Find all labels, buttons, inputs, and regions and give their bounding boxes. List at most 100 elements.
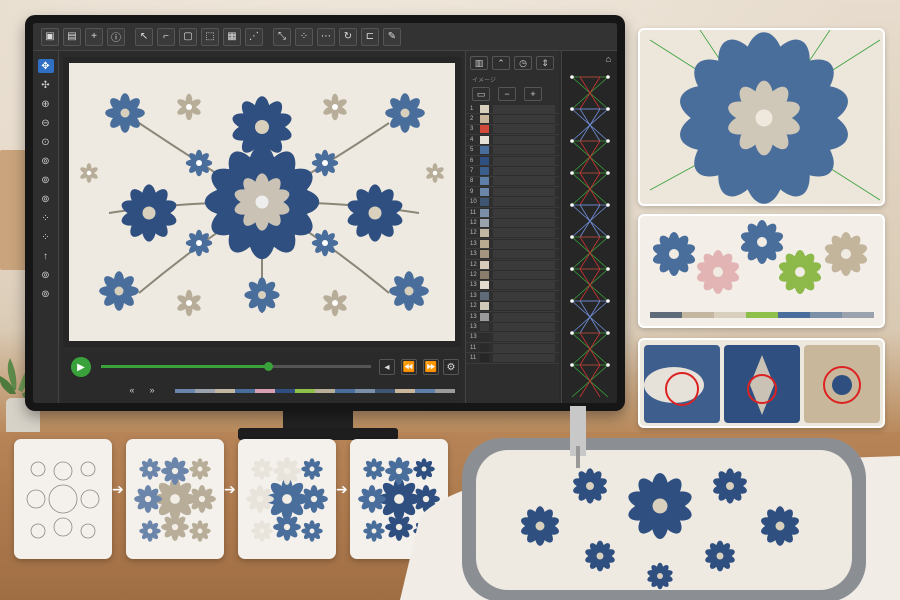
step-back-icon[interactable]: « (125, 383, 139, 397)
thread-color-row[interactable]: 4 (466, 135, 559, 146)
thread-color-row[interactable]: 13 (466, 333, 559, 343)
stitch-path-diagram (570, 75, 610, 398)
thread-color-row[interactable]: 13 (466, 281, 559, 292)
settings-icon[interactable]: ⚙ (443, 359, 459, 375)
needle-icon[interactable]: ✎ (383, 27, 401, 46)
thread-color-row[interactable]: 5 (466, 146, 559, 156)
strip-color-segment (215, 389, 235, 393)
node-icon[interactable]: ⁘ (295, 27, 313, 46)
stitch-node (570, 235, 574, 239)
select-icon[interactable]: ↖ (135, 27, 153, 46)
stitch-progress-handle[interactable] (264, 362, 274, 371)
arrow-right-icon: ➔ (112, 481, 124, 497)
stitch-path-segment (579, 236, 601, 270)
arrow-up-icon[interactable]: ↑ (38, 249, 54, 263)
thread-color-row[interactable]: 11 (466, 208, 559, 219)
move-icon[interactable]: ✥ (37, 59, 54, 73)
node-icon[interactable]: ⁘ (38, 230, 54, 244)
shape-icon[interactable]: ▢ (179, 27, 197, 46)
node-icon[interactable]: ⁘ (38, 211, 54, 225)
zoom-icon[interactable]: ⊚ (38, 287, 54, 301)
folder-icon[interactable]: ▭ (472, 87, 490, 101)
thread-color-row[interactable]: 12 (466, 229, 559, 240)
thread-color-row[interactable]: 1 (466, 104, 559, 115)
stitch-progress-track[interactable] (101, 362, 371, 371)
design-canvas[interactable] (69, 63, 455, 341)
thread-color-row[interactable]: 8 (466, 177, 559, 188)
minus-icon[interactable]: − (498, 87, 516, 101)
transform-icon[interactable]: ⤡ (273, 27, 291, 46)
zoom-icon[interactable]: ⊚ (38, 154, 54, 168)
zoom-in-icon[interactable]: ⊕ (38, 97, 54, 111)
home-icon[interactable]: ⌂ (562, 51, 617, 67)
thread-color-row[interactable]: 3 (466, 125, 559, 136)
clipboard-icon[interactable]: ▤ (63, 27, 81, 46)
thread-color-swatch (480, 115, 489, 124)
mini-flower (189, 458, 211, 480)
forward-button[interactable]: ⏩ (423, 359, 439, 375)
strip-color-segment (275, 389, 295, 393)
thread-color-number: 11 (470, 344, 477, 351)
stitch-node (606, 331, 610, 335)
thread-color-row[interactable]: 13 (466, 249, 559, 260)
rewind-button[interactable]: ⏪ (401, 359, 417, 375)
step-forward-icon[interactable]: » (145, 383, 159, 397)
thread-color-bar (493, 229, 555, 238)
stitch-node (606, 203, 610, 207)
thread-color-swatch (480, 187, 489, 196)
stitch-icon[interactable]: ⋰ (245, 27, 263, 46)
sort-icon[interactable]: ⇕ (536, 56, 554, 70)
zoom-icon[interactable]: ⊚ (38, 192, 54, 206)
hoop-icon[interactable]: ⊏ (361, 27, 379, 46)
crop-icon[interactable]: ⌐ (157, 27, 175, 46)
layers-icon[interactable]: ▥ (470, 56, 488, 70)
thread-color-row[interactable]: 12 (466, 260, 559, 271)
mini-flower (246, 485, 274, 513)
zoom-fit-icon[interactable]: ⊙ (38, 135, 54, 149)
stitch-node (606, 107, 610, 111)
mini-flower (363, 458, 385, 480)
thread-color-row[interactable]: 11 (466, 353, 559, 364)
stitch-node (606, 171, 610, 175)
step-partial-stitch (126, 439, 224, 559)
thread-color-swatch (480, 218, 489, 227)
strip-color-segment (235, 389, 255, 393)
thread-color-row[interactable]: 12 (466, 218, 559, 229)
thread-color-row[interactable]: 10 (466, 198, 559, 208)
stitch-node (570, 331, 574, 335)
frame-icon[interactable]: ⬚ (201, 27, 219, 46)
flower-motif (121, 184, 177, 242)
save-icon[interactable]: ▣ (41, 27, 59, 46)
thread-color-bar (493, 167, 555, 176)
timer-icon[interactable]: ◷ (514, 56, 532, 70)
play-button[interactable]: ▶ (71, 357, 91, 377)
thread-color-row[interactable]: 6 (466, 156, 559, 167)
thread-color-row[interactable]: 13 (466, 239, 559, 250)
variant-color-segment (682, 312, 714, 318)
skip-back-button[interactable]: ◂ (379, 359, 395, 375)
thread-color-bar (493, 187, 555, 196)
thread-color-row[interactable]: 7 (466, 166, 559, 177)
thread-color-row[interactable]: 9 (466, 187, 559, 198)
zoom-icon[interactable]: ⊚ (38, 268, 54, 282)
add-icon[interactable]: + (85, 27, 103, 46)
zoom-icon[interactable]: ⊚ (38, 173, 54, 187)
embroidery-app-window: ▣ ▤ + ⓘ ↖ ⌐ ▢ ⬚ ▦ ⋰ ⤡ ⁘ ⋯ ↻ ⊏ ✎ ✥ ✣ ⊕ ⊖ ⊙ ⊚ ⊚ ⊚ ⁘ ⁘ ↑ ⊚ ⊚ ▶ ◂ ⏪ ⏩ ⚙… (33, 23, 617, 403)
pan-icon[interactable]: ✣ (38, 78, 54, 92)
thread-color-row[interactable]: 12 (466, 270, 559, 281)
thread-color-row[interactable]: 11 (466, 343, 559, 354)
thread-color-number: 13 (470, 282, 477, 289)
thread-color-row[interactable]: 13 (466, 312, 559, 323)
grid-icon[interactable]: ▦ (223, 27, 241, 46)
thread-color-row[interactable]: 2 (466, 114, 559, 125)
thread-color-row[interactable]: 12 (466, 301, 559, 312)
rotate-icon[interactable]: ↻ (339, 27, 357, 46)
chevron-up-icon[interactable]: ⌃ (492, 56, 510, 70)
points-icon[interactable]: ⋯ (317, 27, 335, 46)
add-icon[interactable]: + (524, 87, 542, 101)
zoom-out-icon[interactable]: ⊖ (38, 116, 54, 130)
thread-color-row[interactable]: 13 (466, 322, 559, 333)
info-icon[interactable]: ⓘ (107, 27, 125, 46)
thread-color-row[interactable]: 13 (466, 291, 559, 302)
flower-motif (311, 149, 339, 177)
